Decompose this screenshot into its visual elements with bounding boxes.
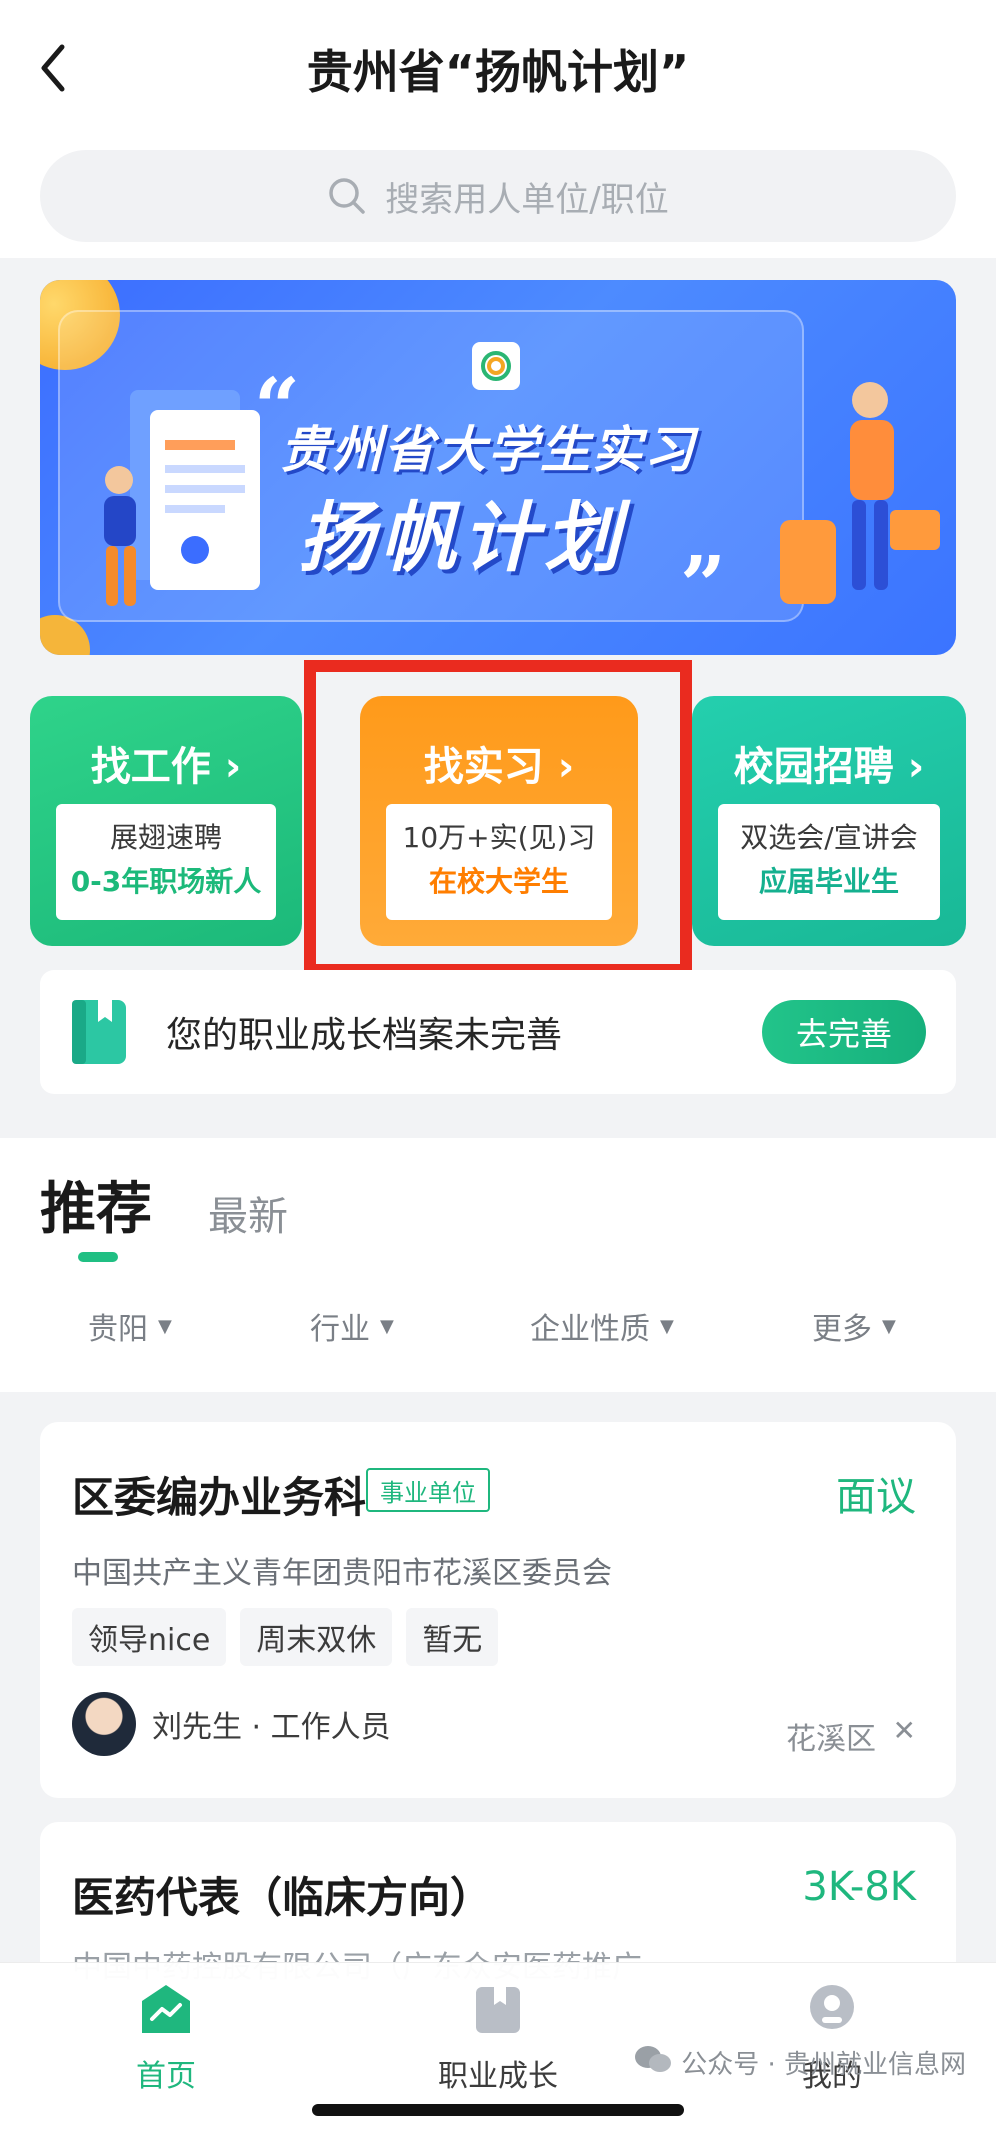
find-job-title: 找工作 › [90, 744, 242, 790]
nav-home-label: 首页 [136, 2059, 196, 2094]
filter-city[interactable]: 贵阳 ▼ [88, 1304, 172, 1348]
banner-line1: 贵州省大学生实习 [280, 421, 696, 479]
logo-icon [472, 342, 520, 390]
watermark-text: 公众号 · 贵州就业信息网 [681, 2050, 966, 2080]
filter-industry[interactable]: 行业 ▼ [310, 1304, 394, 1348]
header: 贵州省“扬帆计划” 搜索用人单位/职位 [0, 0, 996, 258]
quote-close-icon: ” [680, 538, 727, 632]
banner-line2: 扬帆计划 [298, 493, 626, 582]
filter-more-label: 更多 [812, 1312, 872, 1347]
find-job-line2: 0-3年职场新人 [70, 865, 262, 898]
campus-recruit-card[interactable]: 校园招聘 › 双选会/宣讲会 应届毕业生 [692, 696, 966, 946]
search-placeholder: 搜索用人单位/职位 [385, 179, 669, 220]
caret-down-icon: ▼ [380, 1315, 394, 1337]
campus-recruit-line2: 应届毕业生 [758, 865, 899, 898]
nav-home[interactable]: 首页 [66, 1981, 266, 2095]
filter-company-type-label: 企业性质 [530, 1312, 650, 1347]
tab-indicator [78, 1252, 118, 1262]
find-job-card[interactable]: 找工作 › 展翅速聘 0-3年职场新人 [30, 696, 302, 946]
filter-bar: 贵阳 ▼ 行业 ▼ 企业性质 ▼ 更多 ▼ [0, 1304, 996, 1364]
job-title: 医药代表（临床方向） [72, 1873, 493, 1922]
promo-banner[interactable]: “ 贵州省大学生实习 扬帆计划 ” [40, 280, 956, 655]
job-company: 中国共产主义青年团贵阳市花溪区委员会 [72, 1556, 612, 1591]
highlight-box [304, 660, 692, 976]
wechat-icon [633, 2044, 673, 2081]
filter-industry-label: 行业 [310, 1312, 370, 1347]
list-header: 推荐 最新 贵阳 ▼ 行业 ▼ 企业性质 ▼ 更多 ▼ [0, 1138, 996, 1392]
job-salary: 面议 [836, 1474, 916, 1520]
page-title: 贵州省“扬帆计划” [306, 45, 690, 99]
campus-recruit-line1: 双选会/宣讲会 [740, 821, 918, 854]
filter-company-type[interactable]: 企业性质 ▼ [530, 1304, 674, 1348]
profile-prompt-text: 您的职业成长档案未完善 [166, 1015, 563, 1056]
job-tag-chip: 领导nice [72, 1608, 227, 1666]
complete-profile-button[interactable]: 去完善 [762, 1000, 926, 1064]
user-icon [810, 1985, 854, 2029]
find-job-line1: 展翅速聘 [109, 821, 222, 854]
job-district: 花溪区 [786, 1722, 876, 1757]
job-card[interactable]: 区委编办业务科 事业单位 面议 中国共产主义青年团贵阳市花溪区委员会 领导nic… [40, 1422, 956, 1798]
tab-recommend[interactable]: 推荐 [40, 1164, 152, 1245]
growth-book-icon [476, 1987, 520, 2033]
caret-down-icon: ▼ [882, 1315, 896, 1337]
filter-city-label: 贵阳 [88, 1312, 148, 1347]
job-tag-chip: 暂无 [406, 1608, 499, 1666]
traveler-illustration [780, 382, 940, 604]
search-icon [329, 178, 366, 214]
avatar [72, 1692, 136, 1756]
tab-latest[interactable]: 最新 [208, 1184, 288, 1242]
profile-prompt[interactable]: 您的职业成长档案未完善 去完善 [40, 970, 956, 1094]
nav-growth-label: 职业成长 [438, 2059, 558, 2094]
person-left-illustration [104, 466, 136, 606]
job-salary: 3K-8K [802, 1864, 916, 1910]
campus-recruit-title: 校园招聘 › [733, 744, 925, 790]
filter-more[interactable]: 更多 ▼ [812, 1304, 896, 1348]
job-title: 区委编办业务科 [72, 1473, 367, 1522]
find-job-box: 展翅速聘 0-3年职场新人 [56, 804, 276, 920]
close-icon[interactable]: ✕ [893, 1714, 916, 1747]
book-icon [72, 1000, 126, 1064]
watermark: 公众号 · 贵州就业信息网 [633, 2044, 966, 2081]
search-input[interactable]: 搜索用人单位/职位 [40, 150, 956, 242]
home-indicator [312, 2104, 684, 2116]
job-type-badge: 事业单位 [366, 1468, 490, 1512]
job-tag-chip: 周末双休 [240, 1608, 393, 1666]
caret-down-icon: ▼ [660, 1315, 674, 1337]
campus-recruit-box: 双选会/宣讲会 应届毕业生 [718, 804, 940, 920]
caret-down-icon: ▼ [158, 1315, 172, 1337]
job-tags: 领导nice 周末双休 暂无 [72, 1608, 499, 1666]
home-icon [142, 1985, 190, 2033]
recruiter-info: 刘先生 · 工作人员 [152, 1710, 391, 1745]
nav-growth[interactable]: 职业成长 [398, 1981, 598, 2095]
